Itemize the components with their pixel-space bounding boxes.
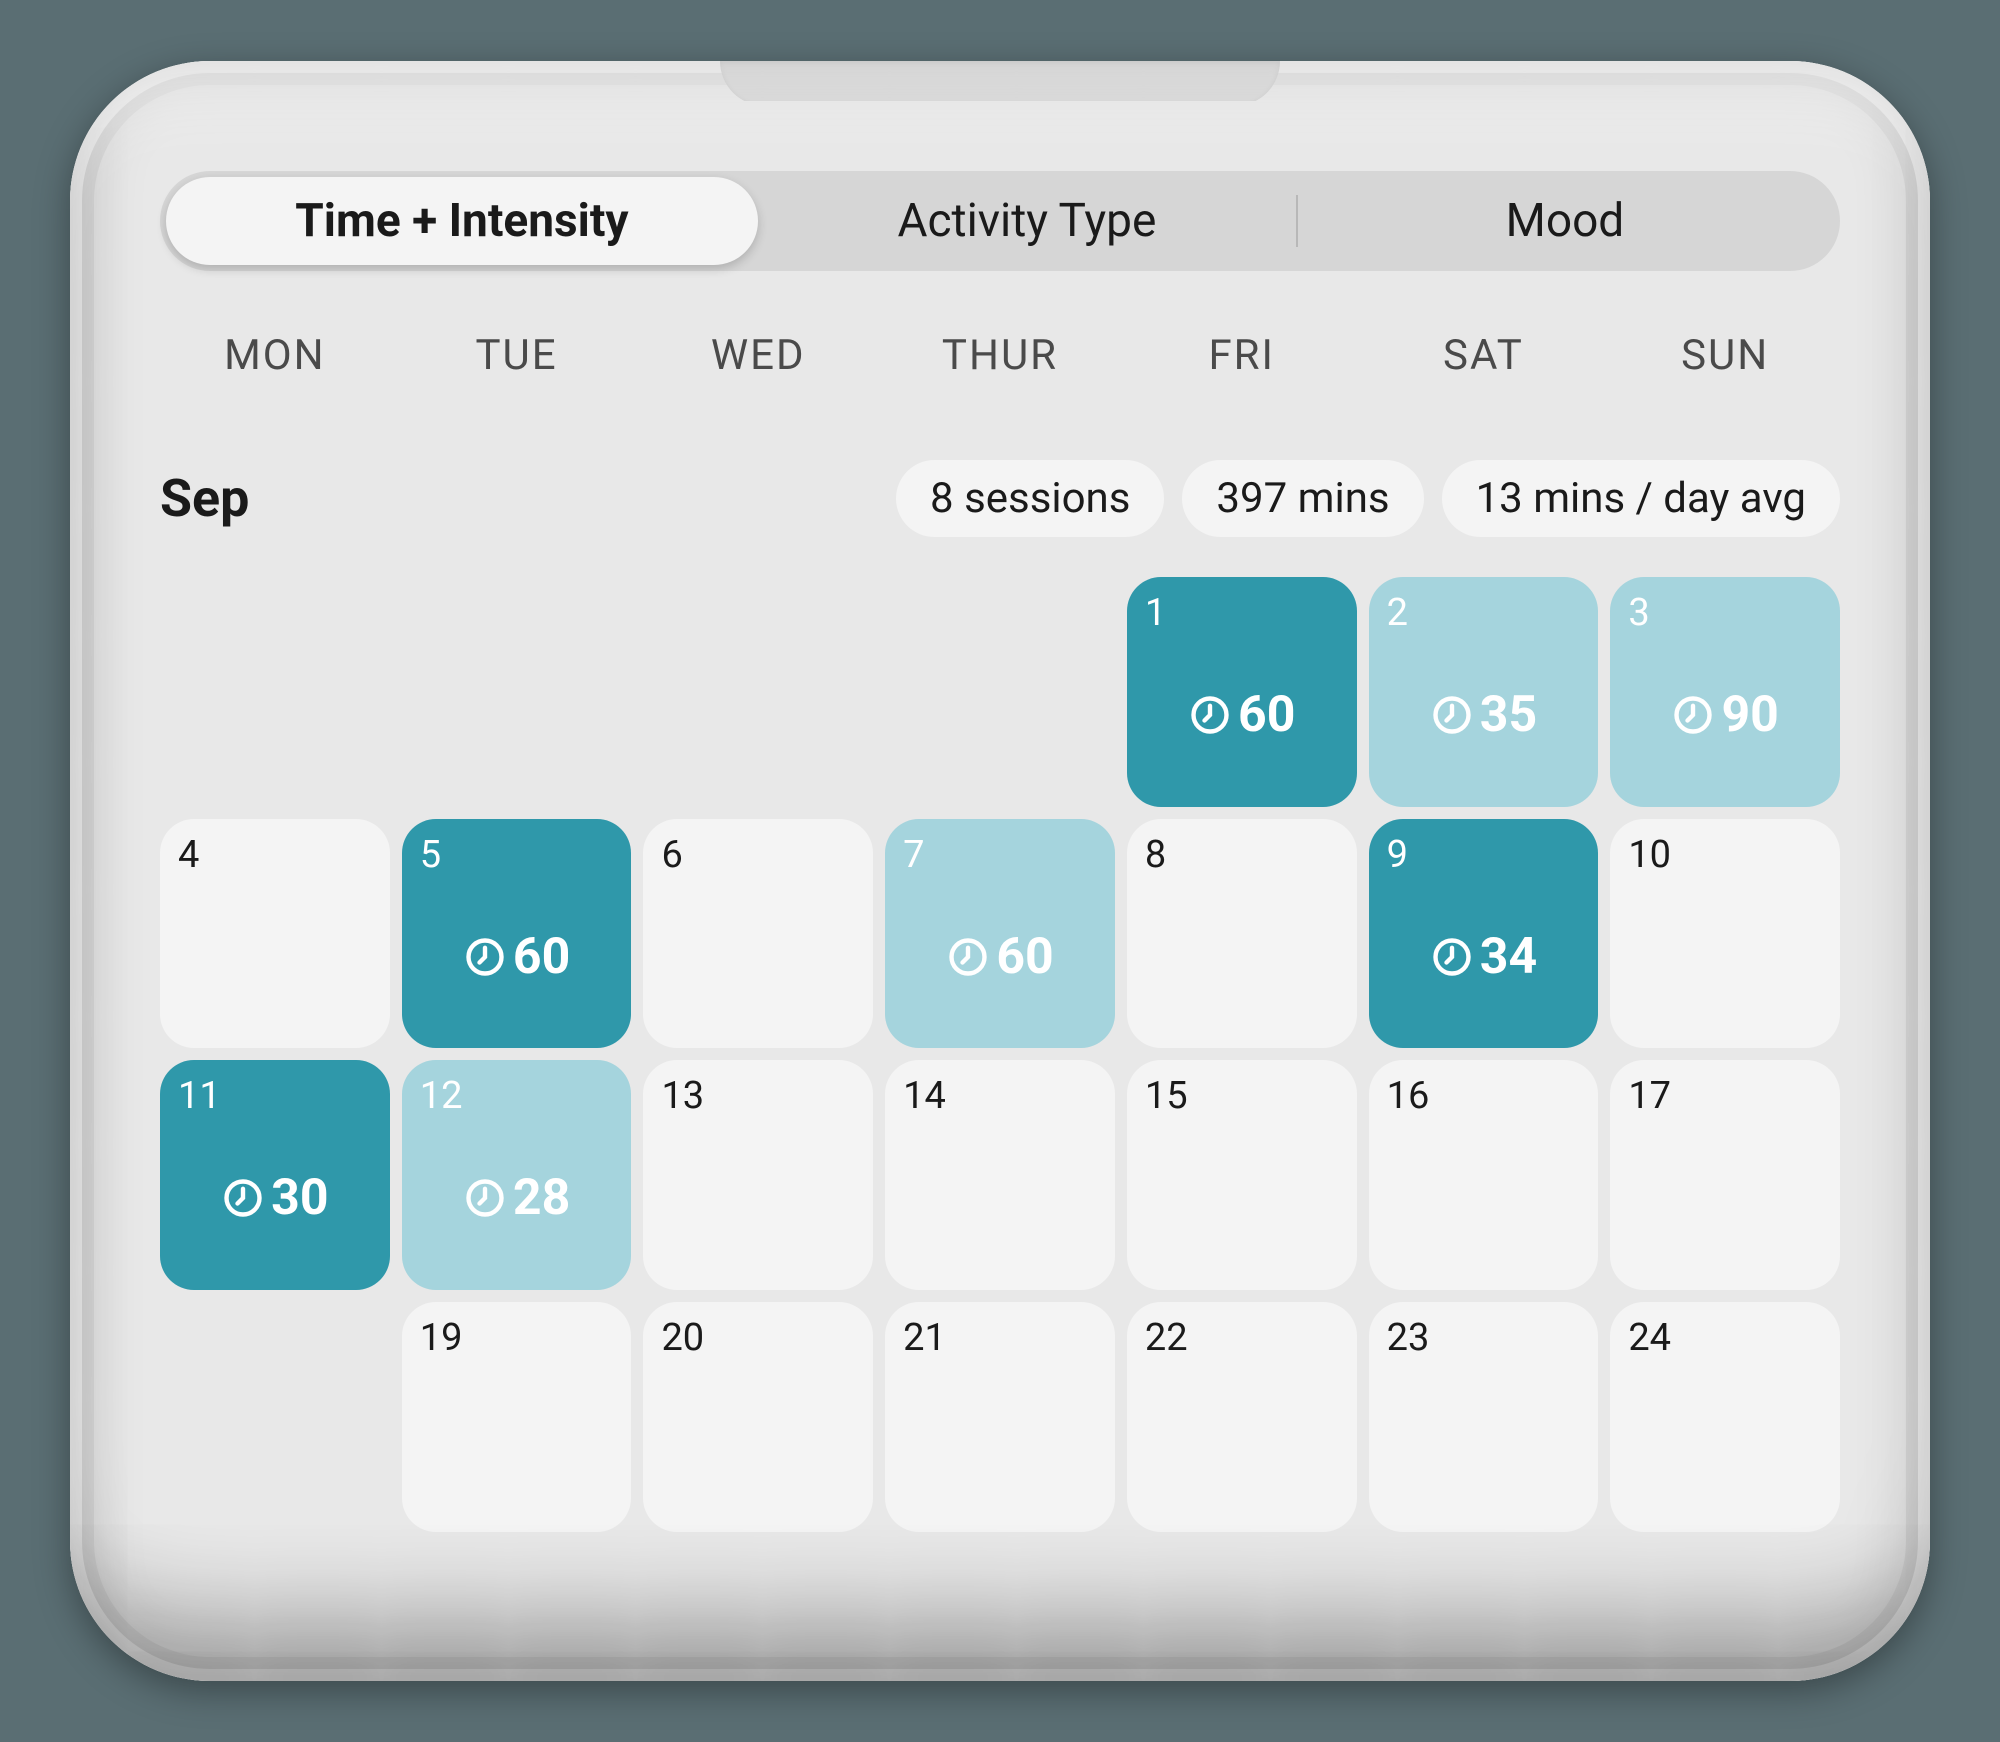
clock-icon [1671,693,1715,737]
calendar-cell-23[interactable]: 23 [1369,1302,1599,1532]
day-minutes: 34 [1369,928,1599,986]
tab-mood[interactable]: Mood [1296,177,1834,265]
day-number: 14 [903,1074,1097,1118]
day-number: 17 [1628,1074,1822,1118]
weekday-fri: FRI [1127,331,1357,380]
total-mins-pill: 397 mins [1182,460,1423,537]
segmented-control: Time + IntensityActivity TypeMood [160,171,1840,271]
calendar-cell-21[interactable]: 21 [885,1302,1115,1532]
calendar-cell-15[interactable]: 15 [1127,1060,1357,1290]
day-minutes: 35 [1369,686,1599,744]
month-stats-row: Sep 8 sessions 397 mins 13 mins / day av… [150,460,1850,577]
weekday-thur: THUR [885,331,1115,380]
day-number: 2 [1387,591,1581,635]
calendar-cell-7[interactable]: 7 60 [885,819,1115,1049]
day-number: 21 [903,1316,1097,1360]
clock-icon [1430,693,1474,737]
day-number: 15 [1145,1074,1339,1118]
day-minutes: 28 [402,1169,632,1227]
day-number: 8 [1145,833,1339,877]
calendar-cell-20[interactable]: 20 [643,1302,873,1532]
calendar-cell-2[interactable]: 2 35 [1369,577,1599,807]
calendar-cell-9[interactable]: 9 34 [1369,819,1599,1049]
day-number: 4 [178,833,372,877]
calendar-cell-24[interactable]: 24 [1610,1302,1840,1532]
day-number: 1 [1145,591,1339,635]
day-minutes: 60 [1127,686,1357,744]
day-number: 22 [1145,1316,1339,1360]
calendar-cell-14[interactable]: 14 [885,1060,1115,1290]
day-number: 23 [1387,1316,1581,1360]
day-number: 7 [903,833,1097,877]
calendar-cell-1[interactable]: 1 60 [1127,577,1357,807]
calendar-cell-3[interactable]: 3 90 [1610,577,1840,807]
calendar-cell-10[interactable]: 10 [1610,819,1840,1049]
clock-icon [221,1176,265,1220]
calendar-cell-12[interactable]: 12 28 [402,1060,632,1290]
calendar-cell-blank [643,577,873,807]
app-screen: Time + IntensityActivity TypeMood MONTUE… [110,101,1890,1641]
calendar-cell-blank [885,577,1115,807]
day-number: 9 [1387,833,1581,877]
device-notch [720,61,1280,106]
day-number: 24 [1628,1316,1822,1360]
day-number: 20 [661,1316,855,1360]
calendar-cell-5[interactable]: 5 60 [402,819,632,1049]
sessions-pill: 8 sessions [896,460,1164,537]
clock-icon [463,935,507,979]
calendar-cell-11[interactable]: 11 30 [160,1060,390,1290]
weekday-header: MONTUEWEDTHURFRISATSUN [150,331,1850,380]
calendar-cell-13[interactable]: 13 [643,1060,873,1290]
month-label: Sep [160,468,878,529]
day-number: 6 [661,833,855,877]
tab-time-intensity[interactable]: Time + Intensity [166,177,758,265]
day-number: 11 [178,1074,372,1118]
weekday-tue: TUE [402,331,632,380]
device-frame: Time + IntensityActivity TypeMood MONTUE… [70,61,1930,1681]
calendar-cell-blank [160,1302,390,1532]
day-number: 10 [1628,833,1822,877]
calendar-cell-19[interactable]: 19 [402,1302,632,1532]
clock-icon [1188,693,1232,737]
calendar-cell-6[interactable]: 6 [643,819,873,1049]
clock-icon [946,935,990,979]
calendar-cell-22[interactable]: 22 [1127,1302,1357,1532]
calendar-grid: 1 60 2 35 3 90 4 5 60 6 7 60 8 9 34 10 11 30 12 28 13 14 15 16 1… [150,577,1850,1532]
daily-avg-pill: 13 mins / day avg [1442,460,1840,537]
weekday-wed: WED [643,331,873,380]
clock-icon [1430,935,1474,979]
day-number: 13 [661,1074,855,1118]
calendar-cell-blank [160,577,390,807]
day-number: 12 [420,1074,614,1118]
stats-pills: 8 sessions 397 mins 13 mins / day avg [896,460,1840,537]
calendar-cell-16[interactable]: 16 [1369,1060,1599,1290]
weekday-sat: SAT [1369,331,1599,380]
day-number: 16 [1387,1074,1581,1118]
clock-icon [463,1176,507,1220]
tab-activity-type[interactable]: Activity Type [758,177,1296,265]
day-minutes: 30 [160,1169,390,1227]
weekday-mon: MON [160,331,390,380]
day-number: 19 [420,1316,614,1360]
calendar-cell-blank [402,577,632,807]
day-minutes: 90 [1610,686,1840,744]
calendar-cell-4[interactable]: 4 [160,819,390,1049]
day-number: 3 [1628,591,1822,635]
day-minutes: 60 [402,928,632,986]
calendar-cell-8[interactable]: 8 [1127,819,1357,1049]
weekday-sun: SUN [1610,331,1840,380]
calendar-cell-17[interactable]: 17 [1610,1060,1840,1290]
day-minutes: 60 [885,928,1115,986]
day-number: 5 [420,833,614,877]
